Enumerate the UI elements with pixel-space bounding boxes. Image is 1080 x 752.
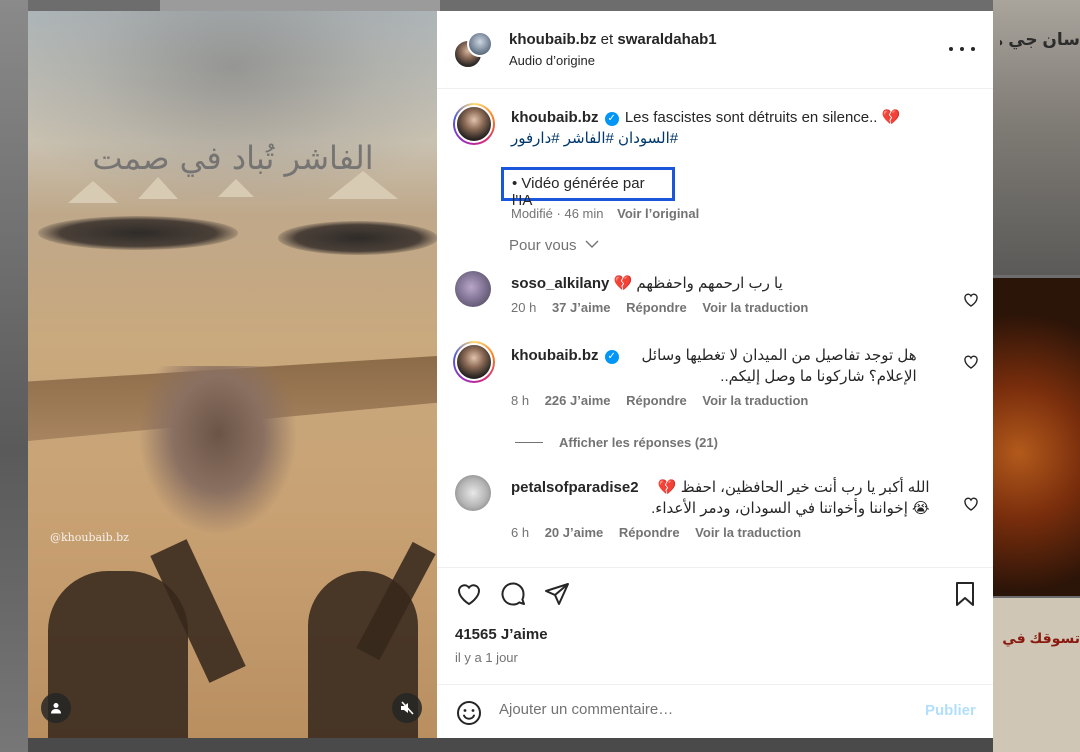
for-you-dropdown[interactable]: Pour vous bbox=[509, 237, 599, 254]
comment-like-heart-icon[interactable] bbox=[963, 354, 979, 370]
comment-input[interactable] bbox=[499, 701, 899, 718]
verified-badge-icon: ✓ bbox=[604, 350, 619, 364]
comment-time: 8 h bbox=[511, 393, 530, 408]
publish-button[interactable]: Publier bbox=[925, 702, 976, 719]
verified-badge-icon: ✓ bbox=[604, 112, 619, 126]
replies-divider bbox=[515, 442, 543, 443]
comment-body: soso_alkilany يا رب ارحمهم واحفظهم 💔 20 … bbox=[511, 273, 931, 315]
comment-avatar[interactable] bbox=[453, 341, 495, 383]
comment-reply-button[interactable]: Répondre bbox=[626, 300, 687, 315]
comment-avatar[interactable] bbox=[455, 475, 491, 511]
comment-translate-link[interactable]: Voir la traduction bbox=[702, 300, 808, 315]
chevron-down-icon bbox=[585, 240, 599, 248]
burnt-ground bbox=[278, 221, 437, 255]
show-replies-button[interactable]: Afficher les réponses (21) bbox=[515, 435, 718, 450]
background-tile-right-middle[interactable] bbox=[993, 278, 1080, 596]
speaker-muted-icon bbox=[401, 701, 414, 715]
comment-like-heart-icon[interactable] bbox=[963, 292, 979, 308]
video-watermark: @khoubaib.bz bbox=[50, 531, 129, 544]
user-icon bbox=[51, 703, 61, 714]
see-original-link[interactable]: Voir l’original bbox=[617, 206, 699, 221]
for-you-label: Pour vous bbox=[509, 237, 577, 254]
comment-username[interactable]: khoubaib.bz bbox=[511, 347, 599, 364]
comment-translate-link[interactable]: Voir la traduction bbox=[695, 525, 801, 540]
header-joiner: et bbox=[600, 31, 614, 48]
comment-meta: 20 h 37 J’aime Répondre Voir la traducti… bbox=[511, 300, 931, 315]
comment-reply-button[interactable]: Répondre bbox=[626, 393, 687, 408]
original-audio-link[interactable]: Audio d’origine bbox=[509, 53, 595, 68]
comment-meta: 6 h 20 J’aime Répondre Voir la traductio… bbox=[511, 525, 931, 540]
background-arabic-ad-text: تسوقك في أرباحها إلى المستقبل bbox=[1000, 630, 1080, 646]
more-dot bbox=[960, 47, 964, 51]
avatar-image bbox=[455, 343, 493, 381]
comment-username[interactable]: petalsofparadise2 bbox=[511, 479, 639, 496]
post-time[interactable]: il y a 1 jour bbox=[455, 650, 518, 665]
comment-icon[interactable] bbox=[499, 580, 527, 608]
ai-generated-note: • Vidéo générée par l'IA bbox=[501, 167, 675, 209]
comment-time: 20 h bbox=[511, 300, 537, 315]
caption-body: khoubaib.bz ✓ Les fascistes sont détruit… bbox=[511, 107, 951, 149]
comment-username[interactable]: soso_alkilany bbox=[511, 275, 609, 292]
caption-avatar[interactable] bbox=[453, 103, 495, 145]
smiley-icon[interactable] bbox=[455, 699, 483, 727]
background-tile-right-bottom[interactable] bbox=[993, 598, 1080, 752]
bookmark-icon[interactable] bbox=[951, 580, 979, 608]
comment-avatar[interactable] bbox=[455, 271, 491, 307]
video-overlay-text: الفاشر تُباد في صمت bbox=[92, 139, 374, 177]
comment-body: petalsofparadise2 الله أكبر يا رب أنت خي… bbox=[511, 477, 931, 540]
header-user2-link[interactable]: swaraldahab1 bbox=[617, 31, 716, 48]
more-options-button[interactable] bbox=[949, 39, 975, 59]
comment-likes[interactable]: 226 J’aime bbox=[545, 393, 611, 408]
avatar-image bbox=[455, 105, 493, 143]
comment-body: khoubaib.bz ✓ هل توجد تفاصيل من الميدان … bbox=[511, 345, 931, 408]
caption-text: Les fascistes sont détruits en silence.. bbox=[624, 109, 878, 126]
caption-hashtags[interactable]: #السودان #الفاشر #دارفور bbox=[511, 130, 678, 147]
background-tile-left bbox=[0, 0, 28, 752]
send-icon[interactable] bbox=[543, 580, 571, 608]
comment-likes[interactable]: 37 J’aime bbox=[552, 300, 611, 315]
header-user1-link[interactable]: khoubaib.bz bbox=[509, 31, 597, 48]
comment-reply-button[interactable]: Répondre bbox=[619, 525, 680, 540]
caption-meta: Modifié · 46 min Voir l’original bbox=[511, 206, 699, 221]
show-replies-label: Afficher les réponses (21) bbox=[559, 435, 718, 450]
broken-heart-emoji: 💔 bbox=[881, 109, 901, 126]
comment-composer: Publier bbox=[437, 684, 993, 739]
more-horizontal-icon bbox=[949, 47, 953, 51]
post-video[interactable]: الفاشر تُباد في صمت @khoubaib.bz bbox=[28, 11, 437, 738]
heart-icon[interactable] bbox=[455, 580, 483, 608]
more-dot bbox=[971, 47, 975, 51]
post-actions: 41565 J’aime il y a 1 jour Publier bbox=[437, 567, 993, 737]
background-tile-bottom bbox=[28, 738, 993, 752]
collab-names: khoubaib.bz et swaraldahab1 bbox=[509, 31, 717, 48]
background-arabic-text: سان جي ما تضرب bbox=[1000, 30, 1080, 49]
caption-modified-time: Modifié · 46 min bbox=[511, 206, 604, 221]
comment-text: يا رب ارحمهم واحفظهم 💔 bbox=[613, 275, 783, 292]
mother-and-child bbox=[138, 366, 298, 536]
comment-text: الله أكبر يا رب أنت خير الحافظين، احفظ 💔… bbox=[651, 479, 930, 517]
tagged-users-button[interactable] bbox=[41, 693, 71, 723]
mute-toggle-button[interactable] bbox=[392, 693, 422, 723]
comment-like-heart-icon[interactable] bbox=[963, 496, 979, 512]
collab-avatars[interactable] bbox=[453, 31, 493, 69]
caption-username[interactable]: khoubaib.bz bbox=[511, 109, 599, 126]
comment-text: هل توجد تفاصيل من الميدان لا تغطيها وسائ… bbox=[641, 347, 917, 385]
comment-translate-link[interactable]: Voir la traduction bbox=[702, 393, 808, 408]
post-header: khoubaib.bz et swaraldahab1 Audio d’orig… bbox=[437, 11, 993, 89]
like-count[interactable]: 41565 J’aime bbox=[455, 626, 548, 643]
avatar-swaraldahab1[interactable] bbox=[467, 31, 493, 57]
post-details-panel: khoubaib.bz et swaraldahab1 Audio d’orig… bbox=[437, 11, 993, 738]
comment-time: 6 h bbox=[511, 525, 530, 540]
comment-meta: 8 h 226 J’aime Répondre Voir la traducti… bbox=[511, 393, 931, 408]
burnt-ground bbox=[38, 216, 238, 250]
comment-likes[interactable]: 20 J’aime bbox=[545, 525, 604, 540]
